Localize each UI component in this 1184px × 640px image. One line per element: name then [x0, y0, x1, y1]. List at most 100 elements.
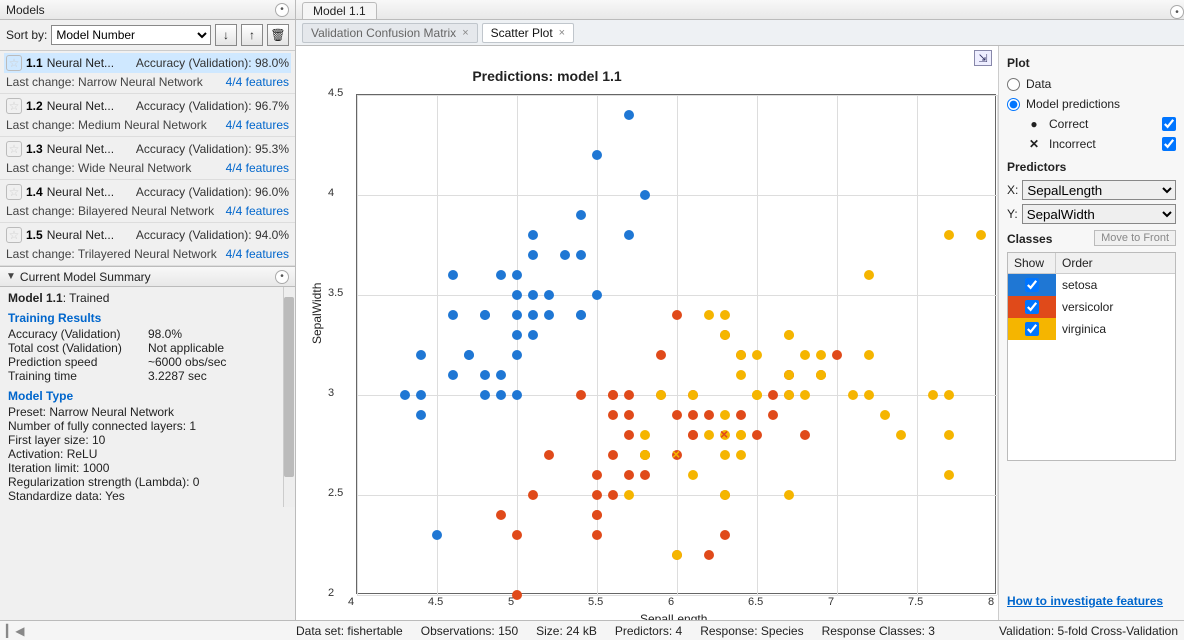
data-point: [784, 330, 794, 340]
summary-menu-icon[interactable]: •: [275, 270, 289, 284]
star-icon[interactable]: ☆: [6, 55, 22, 71]
class-row[interactable]: setosa: [1008, 274, 1175, 296]
plot-sidebar: Plot Data Model predictions ● Correct ✕ …: [998, 46, 1184, 620]
class-show-checkbox[interactable]: [1025, 322, 1039, 336]
data-point: [720, 410, 730, 420]
data-point: [512, 310, 522, 320]
correct-checkbox[interactable]: [1162, 117, 1176, 131]
data-point: [576, 390, 586, 400]
data-point: [400, 390, 410, 400]
y-axis-label: SepalWidth: [310, 283, 324, 344]
data-point: [624, 410, 634, 420]
data-point: [512, 350, 522, 360]
data-point: [656, 390, 666, 400]
data-point: [848, 390, 858, 400]
data-point: [720, 530, 730, 540]
summary-body: Model 1.1: Trained Training Results Accu…: [0, 287, 295, 507]
training-results-title: Training Results: [8, 311, 287, 325]
data-point: [576, 210, 586, 220]
delete-button[interactable]: 🗑: [267, 24, 289, 46]
model-list: ☆ 1.1 Neural Net... Accuracy (Validation…: [0, 51, 295, 266]
document-tab-row: Model 1.1 •: [296, 0, 1184, 20]
status-response: Response: Species: [700, 624, 803, 638]
axes[interactable]: ××: [356, 94, 996, 594]
data-point: [592, 470, 602, 480]
features-link[interactable]: 4/4 features: [226, 247, 289, 261]
data-point: ×: [672, 450, 682, 460]
data-point: [512, 330, 522, 340]
summary-model-state: : Trained: [63, 291, 110, 305]
popout-button[interactable]: ⇲: [974, 50, 992, 66]
class-show-checkbox[interactable]: [1025, 300, 1039, 314]
status-predictors: Predictors: 4: [615, 624, 682, 638]
x-tick: 4: [348, 596, 354, 608]
data-point: ×: [720, 430, 730, 440]
data-point: [720, 310, 730, 320]
data-point: [608, 450, 618, 460]
move-to-front-button[interactable]: Move to Front: [1094, 230, 1176, 246]
star-icon[interactable]: ☆: [6, 227, 22, 243]
class-row[interactable]: versicolor: [1008, 296, 1175, 318]
star-icon[interactable]: ☆: [6, 141, 22, 157]
model-item-1.2[interactable]: ☆ 1.2 Neural Net... Accuracy (Validation…: [0, 94, 295, 137]
model-item-1.4[interactable]: ☆ 1.4 Neural Net... Accuracy (Validation…: [0, 180, 295, 223]
data-point: [944, 390, 954, 400]
features-link[interactable]: 4/4 features: [226, 161, 289, 175]
data-point: [592, 150, 602, 160]
data-point: [592, 530, 602, 540]
close-icon[interactable]: ×: [559, 27, 565, 39]
data-point: [592, 290, 602, 300]
features-link[interactable]: 4/4 features: [226, 118, 289, 132]
data-point: [512, 530, 522, 540]
nav-back-icon[interactable]: ▎◀: [6, 624, 24, 638]
data-point: [560, 250, 570, 260]
features-link[interactable]: 4/4 features: [226, 75, 289, 89]
incorrect-marker-icon: ✕: [1027, 137, 1041, 151]
data-point: [832, 350, 842, 360]
doc-tab-model[interactable]: Model 1.1: [302, 2, 377, 19]
data-point: [928, 390, 938, 400]
data-point: [784, 490, 794, 500]
sort-down-button[interactable]: ↓: [215, 24, 237, 46]
summary-header: ▼ Current Model Summary •: [0, 267, 295, 287]
close-icon[interactable]: ×: [462, 27, 468, 39]
star-icon[interactable]: ☆: [6, 184, 22, 200]
sub-tab[interactable]: Scatter Plot×: [482, 23, 574, 43]
model-item-1.3[interactable]: ☆ 1.3 Neural Net... Accuracy (Validation…: [0, 137, 295, 180]
model-item-1.5[interactable]: ☆ 1.5 Neural Net... Accuracy (Validation…: [0, 223, 295, 266]
y-tick: 2: [328, 587, 334, 599]
model-item-1.1[interactable]: ☆ 1.1 Neural Net... Accuracy (Validation…: [0, 51, 295, 94]
data-point: [512, 270, 522, 280]
data-point: [624, 470, 634, 480]
how-to-link[interactable]: How to investigate features: [1007, 588, 1176, 614]
x-predictor-select[interactable]: SepalLength: [1022, 180, 1176, 200]
data-point: [704, 430, 714, 440]
data-point: [736, 350, 746, 360]
data-point: [944, 230, 954, 240]
data-point: [752, 430, 762, 440]
data-point: [816, 370, 826, 380]
sort-select[interactable]: Model Number: [51, 25, 211, 45]
sort-row: Sort by: Model Number ↓ ↑ 🗑: [0, 20, 295, 51]
sort-up-button[interactable]: ↑: [241, 24, 263, 46]
panel-menu-icon[interactable]: •: [275, 3, 289, 17]
data-point: [480, 370, 490, 380]
radio-data[interactable]: [1007, 78, 1020, 91]
doc-menu-icon[interactable]: •: [1170, 5, 1184, 19]
summary-scrollbar[interactable]: [283, 287, 295, 507]
y-predictor-select[interactable]: SepalWidth: [1022, 204, 1176, 224]
data-point: [416, 410, 426, 420]
chevron-down-icon[interactable]: ▼: [6, 271, 16, 282]
class-show-checkbox[interactable]: [1025, 278, 1039, 292]
sub-tab[interactable]: Validation Confusion Matrix×: [302, 23, 478, 43]
x-tick: 7.5: [908, 596, 923, 608]
data-point: [864, 270, 874, 280]
radio-model-predictions[interactable]: [1007, 98, 1020, 111]
data-point: [800, 390, 810, 400]
class-row[interactable]: virginica: [1008, 318, 1175, 340]
data-point: [976, 230, 986, 240]
features-link[interactable]: 4/4 features: [226, 204, 289, 218]
incorrect-checkbox[interactable]: [1162, 137, 1176, 151]
data-point: [496, 270, 506, 280]
star-icon[interactable]: ☆: [6, 98, 22, 114]
